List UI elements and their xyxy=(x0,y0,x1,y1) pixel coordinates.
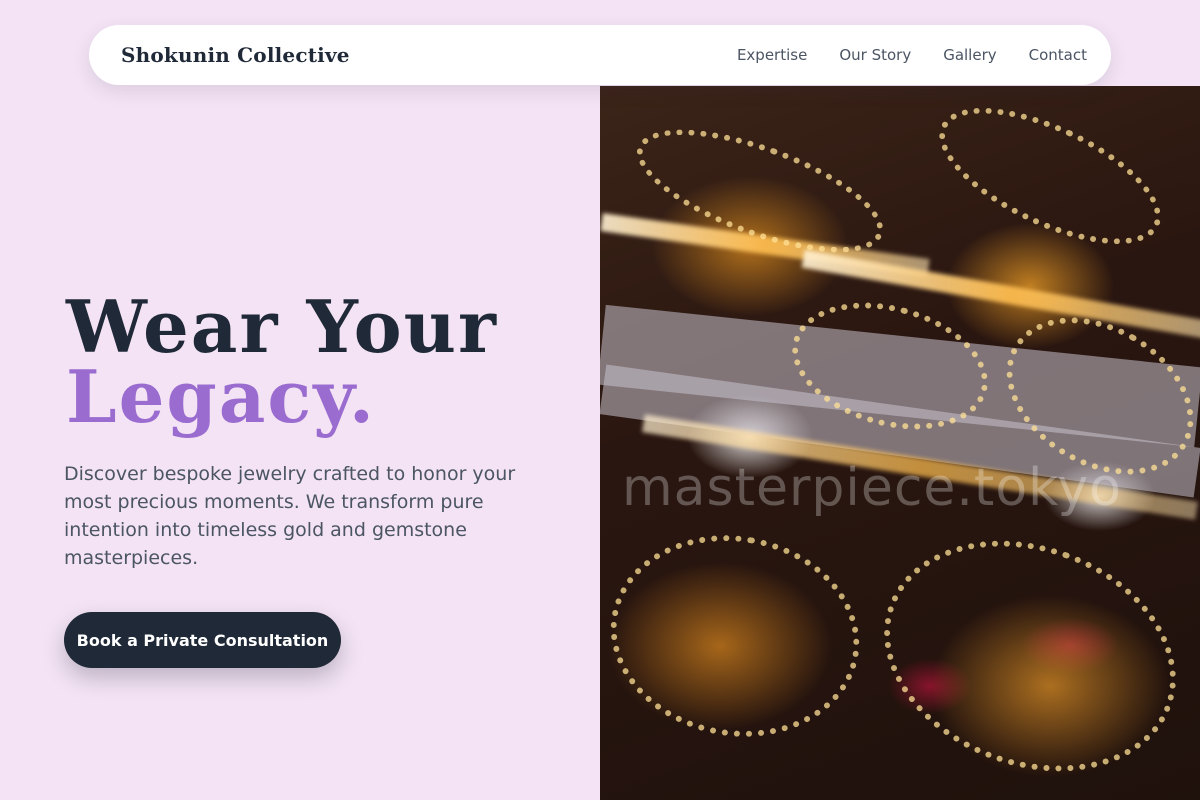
nav-link-expertise[interactable]: Expertise xyxy=(737,46,807,64)
image-bangle xyxy=(920,86,1180,273)
hero-headline: Wear Your Legacy. xyxy=(66,284,498,439)
top-navigation-bar: Shokunin Collective Expertise Our Story … xyxy=(89,25,1111,85)
nav-link-gallery[interactable]: Gallery xyxy=(943,46,996,64)
nav-link-contact[interactable]: Contact xyxy=(1029,46,1087,64)
nav-links: Expertise Our Story Gallery Contact xyxy=(737,46,1087,64)
nav-link-our-story[interactable]: Our Story xyxy=(839,46,911,64)
image-bangle xyxy=(851,501,1200,800)
hero-headline-line1: Wear Your xyxy=(66,284,498,369)
image-watermark: masterpiece.tokyo xyxy=(622,458,1122,518)
hero-image-jewelry-bangles: masterpiece.tokyo xyxy=(600,86,1200,800)
brand-logo-text[interactable]: Shokunin Collective xyxy=(121,43,350,67)
hero-headline-line2: Legacy. xyxy=(66,354,376,439)
book-consultation-button[interactable]: Book a Private Consultation xyxy=(64,612,341,668)
image-bangle xyxy=(600,515,876,757)
hero-subtext: Discover bespoke jewelry crafted to hono… xyxy=(64,463,516,569)
